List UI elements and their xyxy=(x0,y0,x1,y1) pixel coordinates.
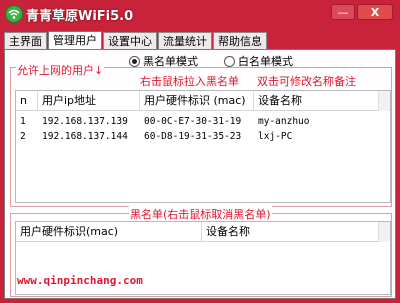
window-title: 青青草原WiFi5.0 xyxy=(26,9,134,24)
column-header-mac[interactable]: 用户硬件标识 (mac) xyxy=(140,91,254,111)
manage-users-panel: 黑名单模式 白名单模式 允许上网的用户↓ 右击鼠标拉入黑名单 双击可修改名称备注… xyxy=(4,49,396,299)
column-header-ip[interactable]: 用户ip地址 xyxy=(38,91,140,111)
row-ip: 192.168.137.139 xyxy=(42,116,128,127)
table-row[interactable]: 2 192.168.137.144 60-D8-19-31-35-23 lxj-… xyxy=(16,129,390,144)
row-ip: 192.168.137.144 xyxy=(42,131,128,142)
row-number: 2 xyxy=(20,131,26,142)
tab-settings[interactable]: 设置中心 xyxy=(103,32,157,50)
header-scroll-gutter xyxy=(378,222,390,242)
blacklist-title: 黑名单(右击鼠标取消黑名单) xyxy=(129,206,272,222)
header-scroll-gutter xyxy=(378,91,390,111)
row-device-name: lxj-PC xyxy=(258,131,293,142)
app-window: 青青草原WiFi5.0 — X 主界面 管理用户 设置中心 流量统计 帮助信息 … xyxy=(0,0,400,303)
tab-manage-users[interactable]: 管理用户 xyxy=(48,31,102,50)
right-click-hint: 右击鼠标拉入黑名单 xyxy=(140,75,239,88)
minimize-button[interactable]: — xyxy=(331,4,355,20)
double-click-hint: 双击可修改名称备注 xyxy=(257,75,356,88)
tab-bar: 主界面 管理用户 设置中心 流量统计 帮助信息 xyxy=(4,31,268,50)
close-button[interactable]: X xyxy=(357,4,393,20)
wifi-icon xyxy=(5,5,23,23)
column-header-device-name[interactable]: 设备名称 xyxy=(202,222,380,242)
allowed-users-table[interactable]: n 用户ip地址 用户硬件标识 (mac) 设备名称 1 192.168.137… xyxy=(15,90,391,203)
table-header: 用户硬件标识(mac) 设备名称 xyxy=(16,222,390,242)
tab-help[interactable]: 帮助信息 xyxy=(213,32,267,50)
tab-traffic-stats[interactable]: 流量统计 xyxy=(158,32,212,50)
table-row[interactable]: 1 192.168.137.139 00-0C-E7-30-31-19 my-a… xyxy=(16,114,390,129)
row-number: 1 xyxy=(20,116,26,127)
row-mac: 00-0C-E7-30-31-19 xyxy=(144,116,242,127)
website-link[interactable]: www.qinpinchang.com xyxy=(17,274,143,287)
blacklist-mode-radio[interactable] xyxy=(129,55,140,67)
table-header: n 用户ip地址 用户硬件标识 (mac) 设备名称 xyxy=(16,91,390,111)
row-device-name: my-anzhuo xyxy=(258,116,310,127)
title-bar[interactable]: 青青草原WiFi5.0 — X xyxy=(0,0,400,30)
column-header-device-name[interactable]: 设备名称 xyxy=(254,91,380,111)
allowed-users-title: 允许上网的用户↓ xyxy=(16,62,105,78)
whitelist-mode-radio[interactable] xyxy=(224,55,235,67)
row-mac: 60-D8-19-31-35-23 xyxy=(144,131,242,142)
column-header-mac[interactable]: 用户硬件标识(mac) xyxy=(16,222,202,242)
tab-main[interactable]: 主界面 xyxy=(4,32,47,50)
column-header-n[interactable]: n xyxy=(16,91,38,111)
